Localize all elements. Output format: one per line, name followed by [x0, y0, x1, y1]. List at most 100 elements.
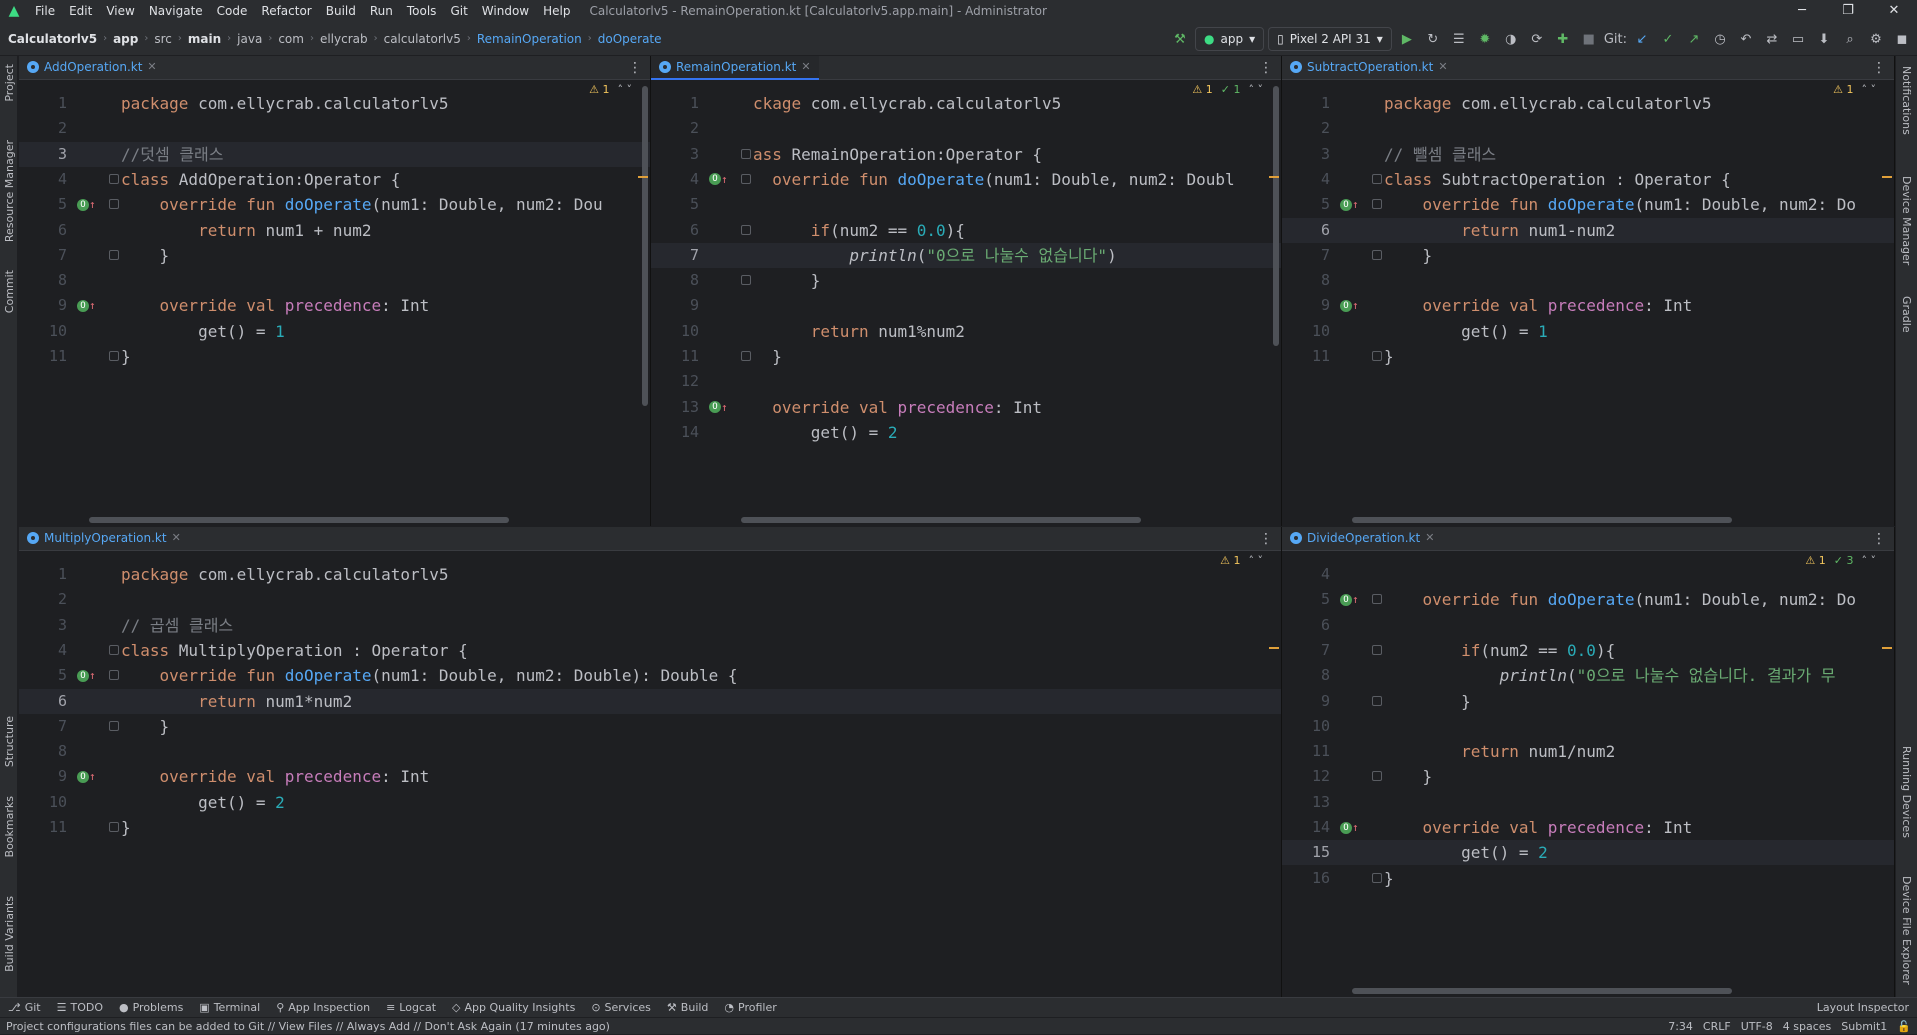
fold-marker-icon[interactable]	[1372, 695, 1382, 706]
horizontal-scrollbar[interactable]	[1352, 517, 1732, 523]
breadcrumb-item[interactable]: src	[154, 32, 172, 46]
override-marker-icon[interactable]: O	[77, 198, 89, 211]
code-line[interactable]: 14 O ↑ override val precedence: Int	[1282, 815, 1894, 840]
menu-edit[interactable]: Edit	[62, 0, 99, 22]
prev-next-icon[interactable]: ˄ ˅	[1249, 554, 1264, 567]
code-line[interactable]: 13 O ↑ override val precedence: Int	[651, 395, 1281, 420]
code-line[interactable]: 2	[19, 116, 650, 141]
git-commit-icon[interactable]: ✓	[1657, 28, 1679, 50]
code-line[interactable]: 10	[1282, 714, 1894, 739]
breadcrumb-item[interactable]: Calculatorlv5	[8, 32, 97, 46]
code-line[interactable]: 7 }	[19, 243, 650, 268]
line-number[interactable]: 13	[1282, 790, 1330, 815]
line-number[interactable]: 15	[1282, 840, 1330, 865]
line-number[interactable]: 3	[1282, 142, 1330, 167]
fold-marker-icon[interactable]	[741, 351, 751, 361]
line-number[interactable]: 6	[19, 689, 67, 714]
line-number[interactable]: 1	[651, 91, 699, 116]
line-number[interactable]: 5	[19, 663, 67, 688]
line-number[interactable]: 14	[1282, 815, 1330, 840]
line-number[interactable]: 7	[19, 714, 67, 739]
warning-count[interactable]: ⚠ 1	[1220, 554, 1240, 567]
line-number[interactable]: 6	[1282, 613, 1330, 638]
horizontal-scrollbar[interactable]	[741, 517, 1141, 523]
override-marker-icon[interactable]: O	[77, 669, 89, 682]
line-number[interactable]: 5	[1282, 192, 1330, 217]
tab-subtract[interactable]: SubtractOperation.kt ✕	[1282, 56, 1456, 80]
code-line[interactable]: 2	[1282, 116, 1894, 141]
git-update-icon[interactable]: ↙	[1631, 28, 1653, 50]
menu-view[interactable]: View	[99, 0, 141, 22]
code-line[interactable]: 8 }	[651, 268, 1281, 293]
line-number[interactable]: 3	[19, 142, 67, 167]
line-number[interactable]: 4	[651, 167, 699, 192]
code-line[interactable]: 15 get() = 2	[1282, 840, 1894, 866]
tool-build[interactable]: ⚒ Build	[659, 1001, 717, 1014]
menu-help[interactable]: Help	[536, 0, 577, 22]
code-line[interactable]: 6 if(num2 == 0.0){	[651, 218, 1281, 243]
code-line[interactable]: 6 return num1-num2	[1282, 217, 1894, 243]
breadcrumb-item[interactable]: com	[278, 32, 304, 46]
tool-running-devices[interactable]: Running Devices	[1900, 746, 1913, 838]
warning-stripe[interactable]	[1269, 176, 1279, 178]
prev-next-icon[interactable]: ˄ ˅	[618, 83, 633, 96]
line-number[interactable]: 6	[19, 218, 67, 243]
fold-marker-icon[interactable]	[1372, 594, 1382, 605]
horizontal-scrollbar[interactable]	[89, 517, 509, 523]
override-marker-icon[interactable]: O	[1340, 593, 1352, 606]
tool-resource-manager[interactable]: Resource Manager	[3, 140, 16, 242]
line-number[interactable]: 11	[651, 344, 699, 369]
tool-commit[interactable]: Commit	[3, 270, 16, 313]
line-number[interactable]: 10	[1282, 714, 1330, 739]
inspection-widget[interactable]: ⚠ 1 ✓ 3 ˄ ˅	[1805, 554, 1876, 567]
code-line[interactable]: 11}	[19, 815, 1281, 840]
line-number[interactable]: 9	[19, 293, 67, 318]
code-line[interactable]: 9 O ↑ override val precedence: Int	[19, 764, 1281, 789]
code-editor[interactable]: 1 package com.ellycrab.calculatorlv5 2 3 // …	[1282, 81, 1894, 526]
run-icon[interactable]: ▶	[1396, 28, 1418, 50]
menu-build[interactable]: Build	[319, 0, 363, 22]
tool-structure[interactable]: Structure	[3, 716, 16, 767]
code-line[interactable]: 12	[651, 369, 1281, 394]
code-line[interactable]: 4	[1282, 562, 1894, 587]
code-line[interactable]: 9 }	[1282, 689, 1894, 714]
code-editor[interactable]: 1 ckage com.ellycrab.calculatorlv5 2 3 ass R…	[651, 81, 1281, 526]
line-number[interactable]: 11	[19, 344, 67, 369]
line-number[interactable]: 2	[19, 116, 67, 141]
code-line[interactable]: 8 println("0으로 나눌수 없습니다. 결과가 무	[1282, 663, 1894, 688]
code-line[interactable]: 13	[1282, 790, 1894, 815]
menu-refactor[interactable]: Refactor	[254, 0, 318, 22]
code-line[interactable]: 3 ass RemainOperation:Operator {	[651, 142, 1281, 167]
breadcrumb-item[interactable]: calculatorlv5	[384, 32, 461, 46]
tool-gradle[interactable]: Gradle	[1900, 296, 1913, 333]
menu-code[interactable]: Code	[210, 0, 255, 22]
line-number[interactable]: 3	[19, 613, 67, 638]
override-marker-icon[interactable]: O	[77, 770, 89, 783]
code-line[interactable]: 4 class SubtractOperation : Operator {	[1282, 167, 1894, 192]
git-rollback-icon[interactable]: ↶	[1735, 28, 1757, 50]
prev-next-icon[interactable]: ˄ ˅	[1862, 83, 1877, 96]
fold-marker-icon[interactable]	[741, 148, 751, 159]
line-number[interactable]: 12	[651, 369, 699, 394]
line-separator[interactable]: CRLF	[1703, 1020, 1731, 1033]
caret-position[interactable]: 7:34	[1668, 1020, 1693, 1033]
code-line[interactable]: 7 }	[19, 714, 1281, 739]
code-line[interactable]: 5	[651, 192, 1281, 217]
line-number[interactable]: 14	[651, 420, 699, 445]
line-number[interactable]: 6	[1282, 218, 1330, 243]
line-number[interactable]: 4	[19, 167, 67, 192]
line-number[interactable]: 8	[651, 268, 699, 293]
close-icon[interactable]: ✕	[147, 60, 156, 73]
line-number[interactable]: 8	[19, 268, 67, 293]
line-number[interactable]: 9	[1282, 689, 1330, 714]
line-number[interactable]: 4	[1282, 167, 1330, 192]
override-marker-icon[interactable]: O	[709, 173, 721, 186]
device-manager-icon[interactable]: ▭	[1787, 28, 1809, 50]
breadcrumb-item[interactable]: RemainOperation	[477, 32, 582, 46]
line-number[interactable]: 11	[1282, 739, 1330, 764]
status-message[interactable]: Project configurations files can be adde…	[0, 1020, 610, 1033]
warning-stripe[interactable]	[1882, 176, 1892, 178]
fold-marker-icon[interactable]	[1372, 351, 1382, 361]
fold-marker-icon[interactable]	[109, 644, 119, 655]
code-line[interactable]: 5 O ↑ override fun doOperate(num1: Double,…	[19, 663, 1281, 688]
